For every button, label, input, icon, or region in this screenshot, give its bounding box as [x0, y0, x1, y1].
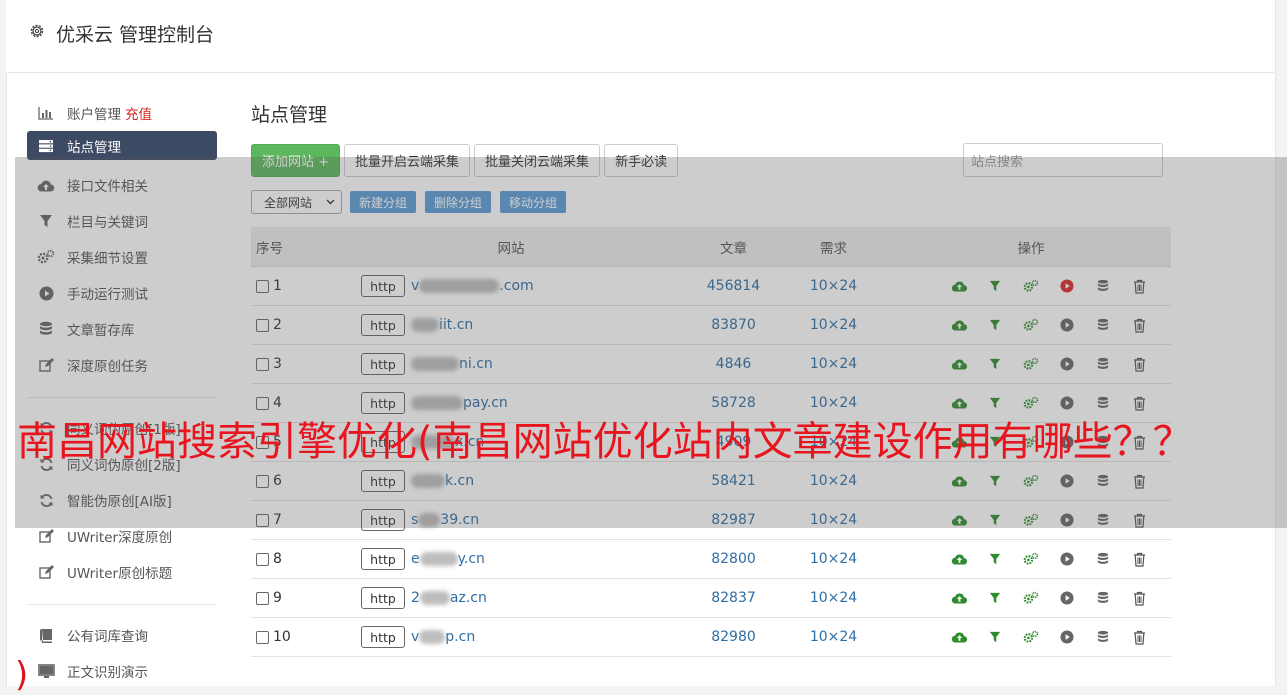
domain-start: 2: [411, 590, 420, 606]
sidebar-item-label: 公有词库查询: [67, 629, 148, 645]
sidebar-item-sites[interactable]: 站点管理: [27, 131, 217, 160]
sidebar-item-label: 账户管理: [67, 107, 121, 123]
sidebar-item-public-lexicon[interactable]: 公有词库查询: [27, 617, 217, 653]
monitor-icon: [37, 662, 55, 680]
domain-end: y.cn: [457, 551, 485, 567]
trash-icon[interactable]: [1121, 630, 1157, 645]
row-number-cell: 10: [251, 629, 331, 645]
database-icon[interactable]: [1085, 591, 1121, 605]
protocol-selector[interactable]: http: [361, 548, 405, 570]
domain-redacted: [419, 591, 450, 605]
protocol-selector[interactable]: http: [361, 587, 405, 609]
cloud-upload-icon[interactable]: [941, 631, 977, 643]
app-title: 优采云 管理控制台: [56, 24, 215, 46]
filter-icon[interactable]: [977, 631, 1013, 643]
overlay-paren: ): [15, 655, 29, 695]
gears-icon[interactable]: [1013, 591, 1049, 605]
sidebar-item-uwriter-title[interactable]: UWriter原创标题: [27, 554, 217, 590]
play-circle-icon[interactable]: [1049, 552, 1085, 566]
edit-icon: [37, 563, 55, 581]
site-domain-link[interactable]: 2 az.cn: [411, 590, 487, 606]
bar-chart-icon: [37, 104, 55, 122]
row-checkbox[interactable]: [256, 591, 269, 605]
article-count-link[interactable]: 82800: [691, 551, 776, 567]
article-count-link[interactable]: 82837: [691, 590, 776, 606]
protocol-selector[interactable]: http: [361, 626, 405, 648]
row-site-cell: http v p.cn: [331, 626, 691, 648]
sidebar-divider: [27, 604, 215, 605]
play-circle-icon[interactable]: [1049, 591, 1085, 605]
cloud-upload-icon[interactable]: [941, 592, 977, 604]
demand-link[interactable]: 10×24: [776, 551, 891, 567]
filter-icon[interactable]: [977, 553, 1013, 565]
row-site-cell: http 2 az.cn: [331, 587, 691, 609]
sidebar-item-text-recognition[interactable]: 正文识别演示: [27, 653, 217, 689]
row-ops-cell: [891, 630, 1171, 645]
domain-end: az.cn: [449, 590, 487, 606]
domain-end: p.cn: [445, 629, 476, 645]
domain-start: e: [411, 551, 420, 567]
demand-link[interactable]: 10×24: [776, 629, 891, 645]
book-icon: [37, 626, 55, 644]
row-checkbox[interactable]: [256, 552, 269, 566]
domain-redacted: [419, 630, 446, 644]
trash-icon[interactable]: [1121, 591, 1157, 606]
site-domain-link[interactable]: e y.cn: [411, 551, 485, 567]
gear-icon: [30, 24, 44, 38]
row-number: 10: [273, 629, 291, 645]
table-row: 8 http e y.cn 82800 10×24: [251, 540, 1171, 579]
site-domain-link[interactable]: v p.cn: [411, 629, 475, 645]
row-number: 8: [273, 551, 282, 567]
gears-icon[interactable]: [1013, 552, 1049, 566]
row-checkbox[interactable]: [256, 630, 269, 644]
domain-start: v: [411, 629, 420, 645]
filter-icon[interactable]: [977, 592, 1013, 604]
row-number: 9: [273, 590, 282, 606]
row-number-cell: 9: [251, 590, 331, 606]
row-site-cell: http e y.cn: [331, 548, 691, 570]
overlay-banner-text: 南昌网站搜索引擎优化(南昌网站优化站内文章建设作用有哪些？？: [17, 419, 1193, 465]
table-row: 9 http 2 az.cn 82837 10×24: [251, 579, 1171, 618]
trash-icon[interactable]: [1121, 552, 1157, 567]
sidebar-item-label: 站点管理: [67, 139, 121, 156]
gears-icon[interactable]: [1013, 630, 1049, 644]
row-number-cell: 8: [251, 551, 331, 567]
cloud-upload-icon[interactable]: [941, 553, 977, 565]
domain-redacted: [419, 552, 458, 566]
page-title: 站点管理: [251, 104, 328, 126]
row-ops-cell: [891, 552, 1171, 567]
sidebar-item-label: 正文识别演示: [67, 665, 148, 681]
database-icon[interactable]: [1085, 630, 1121, 644]
demand-link[interactable]: 10×24: [776, 590, 891, 606]
edit-icon: [37, 527, 55, 545]
article-count-link[interactable]: 82980: [691, 629, 776, 645]
recharge-link[interactable]: 充值: [125, 103, 152, 123]
app-header: 优采云 管理控制台: [6, 0, 1274, 73]
sidebar-item-label: UWriter原创标题: [67, 566, 173, 582]
table-row: 10 http v p.cn 82980 10×24: [251, 618, 1171, 657]
sidebar-item-account[interactable]: 账户管理 充值: [27, 95, 217, 131]
row-ops-cell: [891, 591, 1171, 606]
gray-overlay: [15, 157, 1287, 528]
sidebar-item-label: UWriter深度原创: [67, 530, 173, 546]
play-circle-icon[interactable]: [1049, 630, 1085, 644]
database-icon[interactable]: [1085, 552, 1121, 566]
server-icon: [37, 137, 55, 155]
